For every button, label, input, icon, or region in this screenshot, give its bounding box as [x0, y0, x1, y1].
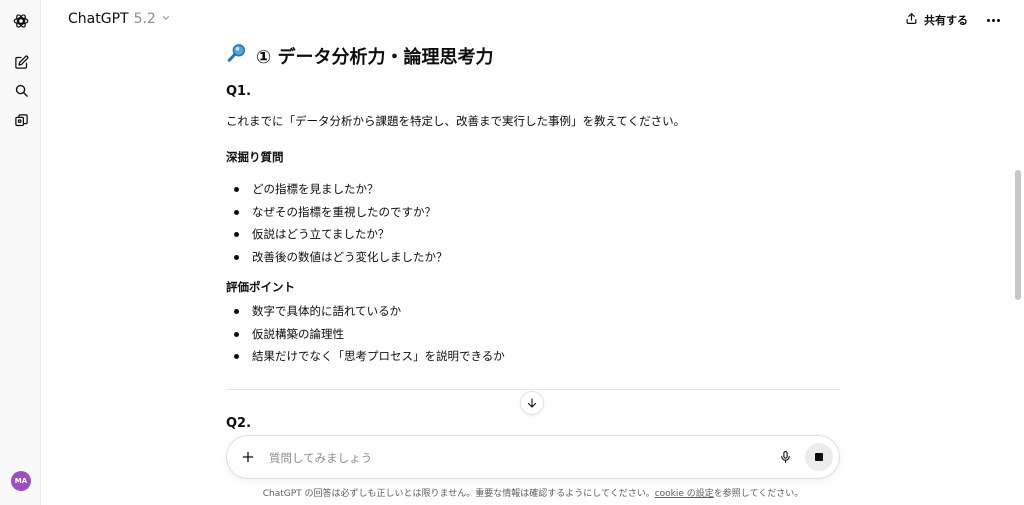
more-options-icon[interactable]: [983, 10, 1003, 30]
avatar[interactable]: MA: [11, 471, 31, 491]
disclaimer-text-end: を参照してください。: [713, 489, 804, 499]
list-item: なぜその指標を重視したのですか？: [226, 201, 448, 224]
list-item: 改善後の数値はどう変化しましたか？: [226, 246, 448, 269]
share-label: 共有する: [924, 14, 968, 27]
openai-logo-icon[interactable]: [8, 8, 34, 34]
model-name: ChatGPT: [68, 11, 129, 27]
deep-dive-heading: 深掘り質問: [226, 150, 284, 164]
list-item: どの指標を見ましたか？: [226, 178, 448, 201]
search-icon[interactable]: [8, 77, 34, 103]
list-item: 結果だけでなく「思考プロセス」を説明できるか: [226, 345, 505, 368]
model-picker[interactable]: ChatGPT 5.2: [68, 11, 171, 27]
evaluation-list: 数字で具体的に語れているか 仮説構築の論理性 結果だけでなく「思考プロセス」を説…: [226, 300, 505, 368]
list-item: 数字で具体的に語れているか: [226, 300, 505, 323]
prompt-input[interactable]: [267, 444, 741, 472]
scroll-to-bottom-button[interactable]: [520, 391, 544, 415]
divider: [226, 389, 840, 390]
new-chat-icon[interactable]: [8, 49, 34, 75]
cookie-settings-link[interactable]: cookie の設定: [655, 489, 714, 499]
magnifier-icon: [226, 42, 248, 69]
model-version: 5.2: [133, 11, 156, 27]
stop-button[interactable]: [805, 443, 833, 471]
list-item: 仮説はどう立てましたか？: [226, 223, 448, 246]
scrollbar-thumb[interactable]: [1015, 170, 1021, 300]
disclaimer: ChatGPT の回答は必ずしも正しいとは限りません。重要な情報は確認するように…: [226, 486, 840, 499]
question-label-q1: Q1.: [226, 84, 252, 99]
section-title: ① データ分析力・論理思考力: [226, 42, 494, 69]
question-text-q1: これまでに「データ分析から課題を特定し、改善まで実行した事例」を教えてください。: [226, 114, 686, 128]
top-header: ChatGPT 5.2 共有する: [41, 0, 1024, 42]
deep-dive-list: どの指標を見ましたか？ なぜその指標を重視したのですか？ 仮説はどう立てましたか…: [226, 178, 448, 268]
chevron-down-icon: [161, 11, 171, 27]
stop-icon: [815, 453, 823, 461]
composer: [226, 435, 840, 479]
evaluation-heading: 評価ポイント: [226, 280, 295, 294]
question-label-q2: Q2.: [226, 416, 252, 431]
scrollbar[interactable]: [1011, 42, 1024, 505]
section-title-text: ① データ分析力・論理思考力: [256, 46, 494, 68]
disclaimer-text: ChatGPT の回答は必ずしも正しいとは限りません。重要な情報は確認するように…: [262, 489, 655, 499]
list-item: 仮説構築の論理性: [226, 323, 505, 346]
share-icon: [905, 12, 918, 28]
sidebar-rail: MA: [0, 0, 41, 505]
share-button[interactable]: 共有する: [905, 12, 968, 28]
plus-icon[interactable]: [239, 448, 257, 466]
arrow-down-icon: [526, 394, 538, 413]
microphone-icon[interactable]: [776, 448, 794, 466]
library-icon[interactable]: [8, 107, 34, 133]
